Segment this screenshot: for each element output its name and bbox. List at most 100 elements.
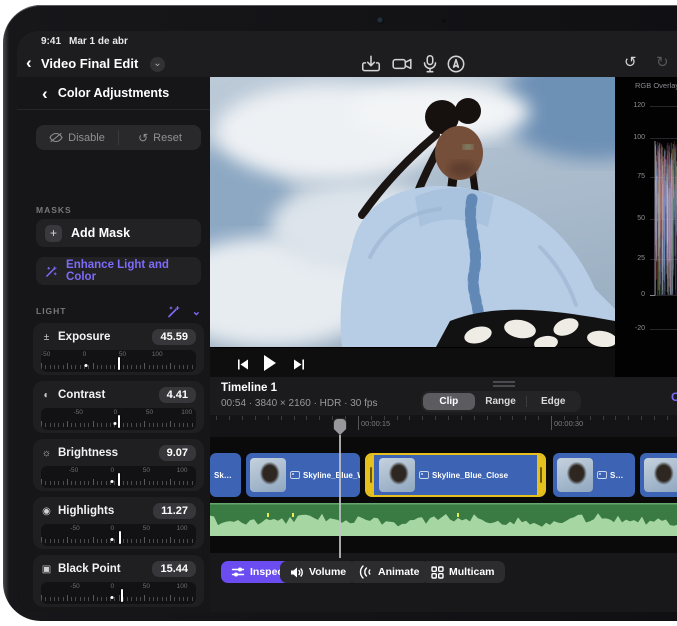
highlights-slider[interactable]: -50050100 <box>41 524 196 546</box>
decorative-mark <box>319 416 320 420</box>
slider-handle[interactable] <box>118 473 120 486</box>
slider-handle[interactable] <box>119 531 121 544</box>
add-mask-button[interactable]: + Add Mask <box>36 219 201 247</box>
decorative-mark <box>187 365 188 369</box>
import-button[interactable] <box>360 54 382 74</box>
highlights-icon: ◉ <box>41 506 52 517</box>
play-button[interactable] <box>263 355 277 376</box>
project-dropdown-icon[interactable]: ⌄ <box>150 57 165 72</box>
decorative-mark <box>153 365 154 369</box>
clip-mode-button[interactable]: Clip <box>423 393 475 410</box>
decorative-mark <box>179 539 180 543</box>
brightness-slider[interactable]: -50050100 <box>41 466 196 488</box>
masks-heading: MASKS <box>36 205 72 215</box>
ipad-body: 9:41 Mar 1 de abr ‹ Video Final Edit ⌄ ↺ <box>3 5 677 621</box>
decorative-mark <box>294 416 295 420</box>
clip-skyline-3[interactable]: S… <box>553 453 635 497</box>
camera-button[interactable] <box>391 54 413 74</box>
timeline-ruler[interactable]: 00:00:15 00:00:30 <box>210 415 677 437</box>
range-mode-button[interactable]: Range <box>475 393 527 410</box>
light-section-header[interactable]: LIGHT ⌄ <box>36 303 201 319</box>
reset-button[interactable]: ↺ Reset <box>119 125 201 150</box>
contrast-slider[interactable]: -50050100 <box>41 408 196 430</box>
decorative-mark: 50 <box>143 467 150 474</box>
animate-button[interactable]: Animate <box>348 561 429 583</box>
video-preview[interactable] <box>210 77 615 347</box>
slider-value[interactable]: 4.41 <box>159 387 196 403</box>
disable-button[interactable]: Disable <box>36 125 118 150</box>
decorative-mark <box>192 365 193 369</box>
decorative-mark <box>50 423 51 427</box>
clip-skyline-1[interactable]: Sk… <box>210 453 241 497</box>
exposure-slider[interactable]: -50050100 <box>41 350 196 372</box>
ruler-time-label: 00:00:30 <box>554 419 583 428</box>
skip-back-button[interactable] <box>238 357 249 375</box>
decorative-mark <box>93 537 94 543</box>
decorative-mark <box>88 481 89 485</box>
decorative-mark <box>63 597 64 601</box>
decorative-mark <box>255 416 256 420</box>
microphone-button[interactable] <box>419 54 441 74</box>
decorative-mark <box>123 481 124 485</box>
decorative-mark <box>63 423 64 427</box>
pencil-button[interactable] <box>445 54 467 74</box>
slider-value[interactable]: 9.07 <box>159 445 196 461</box>
play-icon <box>263 355 277 371</box>
clip-skyline-4[interactable] <box>640 453 677 497</box>
photo-icon <box>597 471 607 479</box>
clip-skyline-blue-close[interactable]: Skyline_Blue_Close <box>365 453 546 497</box>
decorative-mark <box>144 537 145 543</box>
multicam-button[interactable]: Multicam <box>421 561 505 583</box>
plus-icon: + <box>45 225 62 242</box>
speaker-icon <box>290 566 304 579</box>
decorative-mark <box>144 479 145 485</box>
magic-wand-icon[interactable] <box>167 305 180 318</box>
decorative-mark <box>149 481 150 485</box>
decorative-mark <box>80 539 81 543</box>
decorative-mark <box>242 416 243 420</box>
connect-button-partial[interactable]: C <box>671 390 677 404</box>
slider-handle[interactable] <box>118 415 120 428</box>
decorative-mark <box>187 539 188 543</box>
decorative-mark <box>131 597 132 601</box>
slider-brightness: ☼Brightness9.07 -50050100 <box>33 439 204 491</box>
decorative-mark <box>174 481 175 485</box>
decorative-mark <box>101 539 102 543</box>
timeline-name[interactable]: Timeline 1 <box>221 382 277 394</box>
black-point-slider[interactable]: -50050100 <box>41 582 196 604</box>
trim-handle-right[interactable] <box>537 455 544 495</box>
decorative-mark <box>131 365 132 369</box>
redo-button[interactable]: ↻ <box>656 53 669 73</box>
chevron-down-icon[interactable]: ⌄ <box>192 305 201 318</box>
undo-button[interactable]: ↺ <box>624 53 637 73</box>
decorative-mark <box>63 365 64 369</box>
decorative-mark <box>58 539 59 543</box>
back-icon[interactable]: ‹ <box>26 54 32 71</box>
decorative-mark <box>114 422 117 425</box>
black-point-icon: ▣ <box>41 564 52 575</box>
slider-value[interactable]: 11.27 <box>153 503 196 519</box>
trim-handle-left[interactable] <box>367 455 374 495</box>
edge-mode-button[interactable]: Edge <box>527 393 579 410</box>
status-date: Mar 1 de abr <box>69 36 128 47</box>
decorative-mark: 100 <box>177 583 188 590</box>
clip-skyline-blue-wide[interactable]: Skyline_Blue_Wide <box>246 453 360 497</box>
decorative-mark <box>144 363 145 369</box>
decorative-mark <box>41 537 42 543</box>
enhance-label: Enhance Light and Color <box>66 259 192 283</box>
panel-drag-handle[interactable] <box>493 381 515 387</box>
slider-handle[interactable] <box>121 589 123 602</box>
exposure-icon: ± <box>41 332 52 343</box>
slider-value[interactable]: 15.44 <box>152 561 196 577</box>
enhance-button[interactable]: Enhance Light and Color <box>36 257 201 285</box>
slider-handle[interactable] <box>118 357 120 370</box>
decorative-mark <box>50 365 51 369</box>
project-title[interactable]: Video Final Edit <box>41 56 138 71</box>
clip-label: S… <box>597 471 623 480</box>
volume-button[interactable]: Volume <box>280 561 356 583</box>
slider-value[interactable]: 45.59 <box>152 329 196 345</box>
decorative-mark <box>157 423 158 427</box>
animate-icon <box>358 565 373 579</box>
skip-forward-button[interactable] <box>293 357 304 375</box>
audio-track[interactable] <box>210 503 677 536</box>
